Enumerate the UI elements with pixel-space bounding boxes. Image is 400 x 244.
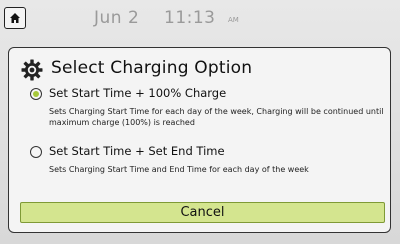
cancel-button[interactable]: Cancel — [20, 202, 385, 223]
screen: Jun 2 11:13 AM Select Charging Option Se… — [0, 0, 400, 244]
gear-icon — [21, 59, 43, 81]
radio-button[interactable] — [30, 146, 42, 158]
status-time: 11:13 — [164, 8, 216, 28]
option-description: Sets Charging Start Time and End Time fo… — [49, 165, 309, 174]
home-button[interactable] — [4, 7, 26, 29]
status-ampm: AM — [228, 16, 239, 24]
option-label: Set Start Time + Set End Time — [49, 144, 225, 158]
radio-button-selected[interactable] — [30, 88, 42, 100]
charging-option-dialog: Select Charging Option Set Start Time + … — [8, 47, 391, 233]
option-description: Sets Charging Start Time for each day of… — [49, 107, 384, 127]
dialog-title: Select Charging Option — [51, 58, 253, 78]
status-date: Jun 2 — [94, 8, 140, 28]
home-icon — [9, 12, 21, 24]
option-label: Set Start Time + 100% Charge — [49, 86, 227, 100]
